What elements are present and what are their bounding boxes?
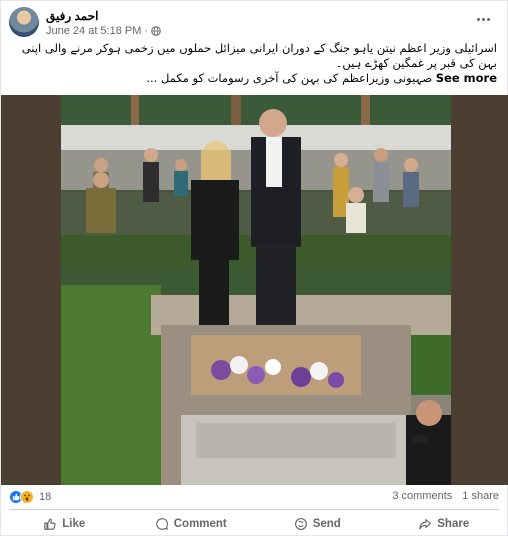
meta-separator: ·: [144, 25, 149, 37]
like-button[interactable]: Like: [1, 511, 128, 536]
see-more-link[interactable]: See more: [436, 71, 497, 85]
photo-scene: [61, 95, 451, 485]
reaction-summary[interactable]: 18: [9, 488, 51, 506]
more-icon[interactable]: [473, 11, 493, 27]
caption-line-1: اسرائیلی وزیر اعظم نیتن یاہو جنگ کے دورا…: [21, 41, 497, 70]
caption-line-2: See more صہیونی وزیراعظم کی بہن کی آخری …: [11, 71, 497, 86]
wow-reaction-icon: [20, 490, 34, 504]
divider: [9, 509, 499, 510]
send-icon: [294, 518, 307, 530]
share-count[interactable]: 1 share: [462, 490, 499, 502]
photo-illustration: [61, 95, 451, 485]
engagement-counts: 3 comments 1 share: [392, 490, 499, 502]
comment-count[interactable]: 3 comments: [392, 490, 452, 502]
comment-label: Comment: [173, 518, 227, 530]
like-label: Like: [62, 518, 86, 530]
avatar[interactable]: [9, 7, 39, 37]
post-caption: اسرائیلی وزیر اعظم نیتن یاہو جنگ کے دورا…: [11, 41, 497, 86]
post-photo[interactable]: [1, 95, 508, 485]
send-button[interactable]: Send: [254, 511, 381, 536]
caption-line-2-text: صہیونی وزیراعظم کی بہن کی آخری رسومات کو…: [146, 71, 433, 85]
comment-button[interactable]: Comment: [128, 511, 255, 536]
reaction-count: 18: [39, 491, 52, 503]
timestamp[interactable]: June 24 at 5:18 PM: [46, 25, 141, 37]
share-icon: [419, 519, 432, 530]
comment-icon: [155, 518, 168, 530]
like-icon: [44, 518, 56, 530]
globe-icon: [151, 26, 161, 36]
send-label: Send: [312, 518, 341, 530]
post-header: احمد رفیق June 24 at 5:18 PM ·: [9, 7, 499, 39]
post-meta: June 24 at 5:18 PM ·: [46, 25, 161, 37]
share-label: Share: [437, 518, 470, 530]
share-button[interactable]: Share: [381, 511, 508, 536]
post-card: احمد رفیق June 24 at 5:18 PM · اسرائیلی …: [0, 0, 508, 536]
author-name[interactable]: احمد رفیق: [46, 9, 98, 23]
action-bar: Like Comment Send Share: [1, 511, 507, 536]
